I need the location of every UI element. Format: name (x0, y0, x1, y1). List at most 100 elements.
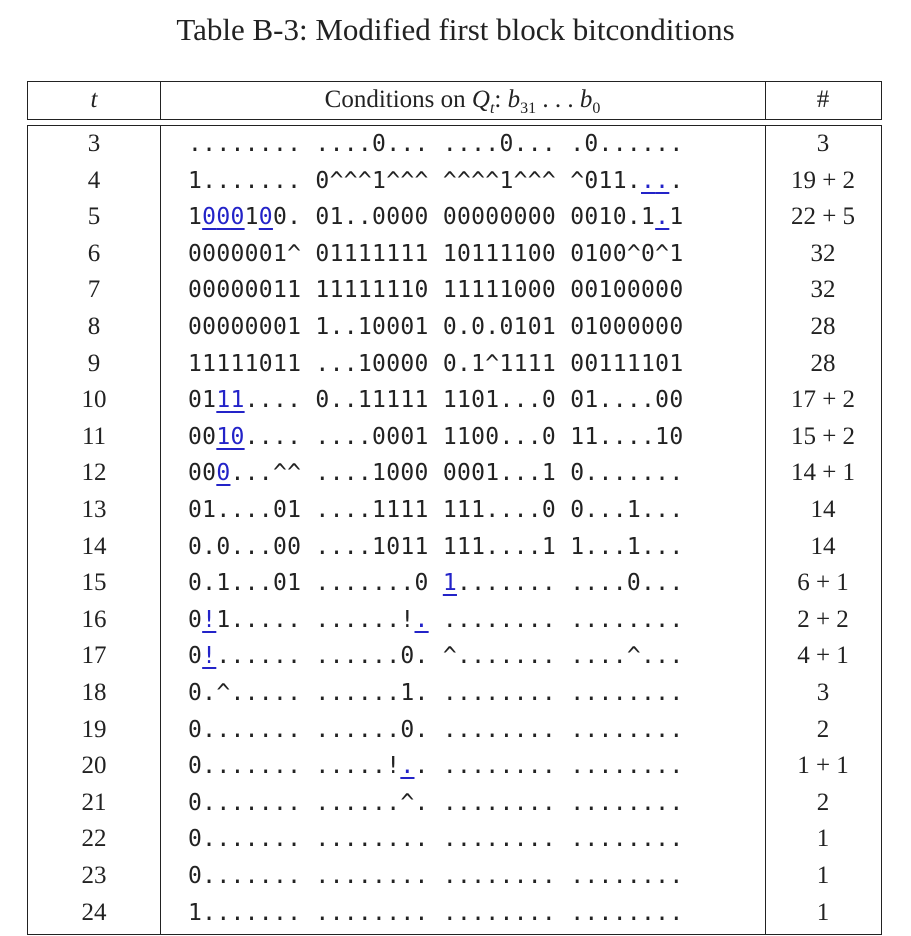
cell-conditions: 0....... ......0. ........ ........ (188, 716, 684, 743)
highlighted-bit: . (414, 606, 429, 633)
cell-conditions: 0....... ........ ........ ........ (188, 863, 684, 889)
cell-count: 15 + 2 (790, 422, 856, 450)
cell-count: 32 (810, 239, 836, 267)
table-row: 17 0!...... ......0. ^....... ....^... 4 +… (28, 638, 880, 675)
cell-t: 5 (87, 203, 101, 231)
cell-t: 9 (87, 349, 101, 377)
table-row: 19 0....... ......0. ........ ........ 2 (28, 712, 880, 749)
table-row: 8 00000001 1..10001 0.0.0101 01000000 28 (28, 309, 880, 346)
cell-conditions: 0.1...01 .......0 1....... ....0... (188, 570, 684, 597)
highlighted-bit: 0 (258, 204, 273, 231)
cell-count: 1 (816, 862, 830, 889)
table-row: 7 00000011 11111110 11111000 00100000 32 (28, 272, 880, 309)
cell-count: 1 (816, 898, 830, 926)
cell-conditions: 0010.... ....0001 1100...0 11....10 (188, 423, 684, 450)
cell-t: 24 (81, 898, 107, 926)
cell-conditions: 0.0...00 ....1011 111....1 1...1... (188, 533, 684, 560)
cell-conditions: 000...^^ ....1000 0001...1 0....... (188, 460, 684, 487)
cell-conditions: 1....... ........ ........ ........ (188, 899, 684, 926)
cell-t: 10 (81, 386, 107, 414)
header-b-high-subscript: 31 (520, 100, 537, 117)
table-row: 4 1....... 0^^^1^^^ ^^^^1^^^ ^011.... 19 +… (28, 163, 880, 200)
table-row: 13 01....01 ....1111 111....0 0...1... 14 (28, 492, 880, 529)
table-row: 24 1....... ........ ........ ........ 1 (28, 895, 880, 932)
cell-t: 12 (81, 459, 107, 487)
cell-conditions: 11111011 ...10000 0.1^1111 00111101 (188, 350, 684, 377)
highlighted-bit: 1 (216, 387, 231, 414)
table-row: 3 ........ ....0... ....0... .0...... 3 (28, 126, 880, 163)
header-b-high: b (507, 86, 521, 113)
cell-t: 16 (81, 605, 107, 633)
table-row: 6 0000001^ 01111111 10111100 0100^0^1 32 (28, 236, 880, 273)
cell-count: 2 (816, 788, 830, 816)
cell-conditions: 0....... ........ ........ ........ (188, 826, 684, 853)
cell-count: 28 (810, 313, 836, 340)
header-conditions: Conditions on Qt: b31 . . . b0 (160, 82, 765, 118)
header-t: t (90, 86, 98, 113)
table-row: 20 0....... .....!.. ........ ........ 1 +… (28, 748, 880, 785)
cell-t: 13 (81, 496, 107, 523)
header-count: # (816, 86, 830, 113)
header-q-variable: Q (471, 86, 490, 113)
cell-count: 2 + 2 (797, 605, 849, 633)
cell-count: 32 (810, 276, 836, 304)
table-row: 23 0....... ........ ........ ........ 1 (28, 858, 880, 895)
highlighted-bit: 1 (230, 387, 245, 414)
highlighted-bit: ! (202, 643, 217, 670)
cell-count: 2 (816, 715, 830, 743)
cell-t: 22 (81, 825, 107, 853)
cell-t: 7 (87, 276, 101, 304)
table-row: 16 0!1..... ......!. ........ ........ 2 +… (28, 602, 880, 639)
cell-conditions: 1....... 0^^^1^^^ ^^^^1^^^ ^011.... (188, 167, 684, 194)
header-colon: : (494, 86, 508, 113)
table-row: 18 0.^..... ......1. ........ ........ 3 (28, 675, 880, 712)
cell-t: 20 (81, 752, 107, 780)
cell-t: 14 (81, 532, 107, 560)
cell-count: 14 (810, 496, 836, 523)
highlighted-bit: . (655, 204, 670, 231)
highlighted-bit: . (400, 753, 415, 780)
table-row: 14 0.0...00 ....1011 111....1 1...1... 14 (28, 529, 880, 566)
cell-t: 15 (81, 569, 107, 597)
highlighted-bit: 0 (216, 460, 231, 487)
highlighted-bit: . (641, 167, 656, 194)
highlighted-bit: 0 (230, 423, 245, 450)
highlighted-bit: 0 (202, 204, 217, 231)
cell-count: 3 (816, 130, 830, 157)
cell-count: 28 (810, 349, 836, 377)
cell-conditions: 0....... .....!.. ........ ........ (188, 753, 684, 780)
table-row: 11 0010.... ....0001 1100...0 11....10 15 … (28, 419, 880, 456)
table-row: 9 11111011 ...10000 0.1^1111 00111101 28 (28, 346, 880, 383)
cell-conditions: 0111.... 0..11111 1101...0 01....00 (188, 387, 684, 414)
table-row: 22 0....... ........ ........ ........ 1 (28, 821, 880, 858)
cell-count: 6 + 1 (797, 569, 849, 597)
cell-count: 19 + 2 (790, 166, 856, 194)
cell-t: 11 (81, 422, 107, 450)
table-row: 21 0....... ......^. ........ ........ 2 (28, 785, 880, 822)
cell-count: 4 + 1 (797, 642, 849, 670)
cell-conditions: 0!...... ......0. ^....... ....^... (188, 643, 684, 670)
highlighted-bit: . (655, 167, 670, 194)
cell-t: 3 (87, 130, 101, 157)
header-ellipsis: . . . (536, 86, 580, 113)
cell-conditions: 0!1..... ......!. ........ ........ (188, 606, 684, 633)
header-conditions-prefix: Conditions on (324, 86, 472, 113)
cell-conditions: 1000100. 01..0000 00000000 0010.1.1 (188, 204, 684, 231)
cell-count: 14 (810, 532, 836, 560)
cell-t: 23 (81, 862, 107, 889)
cell-t: 6 (87, 239, 101, 267)
cell-count: 1 + 1 (797, 752, 849, 780)
cell-count: 14 + 1 (790, 459, 856, 487)
cell-conditions: ........ ....0... ....0... .0...... (188, 131, 684, 157)
cell-conditions: 0.^..... ......1. ........ ........ (188, 680, 684, 706)
cell-conditions: 0....... ......^. ........ ........ (188, 789, 684, 816)
table-row: 10 0111.... 0..11111 1101...0 01....00 17 … (28, 382, 880, 419)
cell-conditions: 0000001^ 01111111 10111100 0100^0^1 (188, 240, 684, 267)
cell-conditions: 01....01 ....1111 111....0 0...1... (188, 497, 684, 523)
cell-t: 19 (81, 715, 107, 743)
table-body: 3 ........ ....0... ....0... .0...... 3 4 1.… (27, 125, 882, 935)
highlighted-bit: 0 (216, 204, 231, 231)
header-b-low-subscript: 0 (592, 100, 601, 117)
highlighted-bit: ! (202, 606, 217, 633)
cell-count: 17 + 2 (790, 386, 856, 414)
